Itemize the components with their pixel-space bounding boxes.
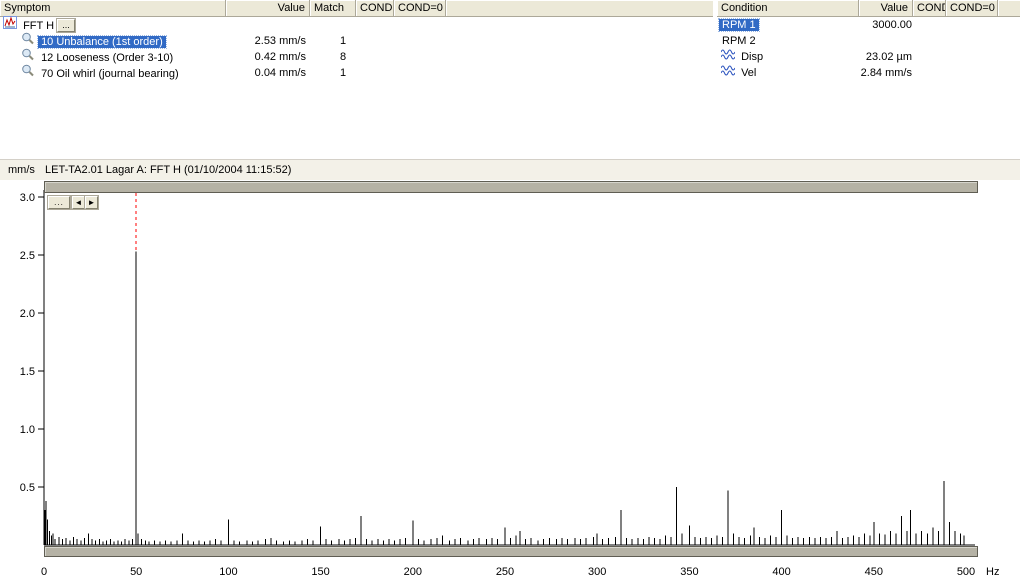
fft-node-icon bbox=[3, 16, 17, 34]
symptom-value: 0.42 mm/s bbox=[222, 50, 306, 65]
header-filler bbox=[998, 0, 1020, 17]
condition-value: 23.02 µm bbox=[762, 50, 912, 65]
x-axis-unit-label: Hz bbox=[986, 566, 999, 578]
chart-zoom-scrollbar-bottom[interactable] bbox=[44, 546, 978, 557]
y-tick-label: 2.5 bbox=[20, 250, 35, 262]
spectrum-plot[interactable]: 0.5 1.0 1.5 2.0 2.5 3.0 0 50 100 150 200 250 300 350 4… bbox=[0, 160, 1020, 587]
y-tick-label: 0.5 bbox=[20, 482, 35, 494]
symptom-row-looseness[interactable]: 12 Looseness (Order 3-10) 0.42 mm/s 8 bbox=[0, 50, 713, 66]
symptom-label[interactable]: 70 Oil whirl (journal bearing) bbox=[38, 68, 182, 80]
header-filler bbox=[446, 0, 713, 17]
symptom-row-unbalance[interactable]: 10 Unbalance (1st order) 2.53 mm/s 1 bbox=[0, 34, 713, 50]
app-window: Symptom Value Match COND COND=0 FFT H ..… bbox=[0, 0, 1020, 587]
condition-label[interactable]: RPM 2 bbox=[719, 35, 759, 47]
symptom-panel: Symptom Value Match COND COND=0 FFT H ..… bbox=[0, 0, 713, 157]
symptom-value: 0.04 mm/s bbox=[222, 66, 306, 81]
x-tick-label: 350 bbox=[680, 566, 698, 578]
y-tick-label: 3.0 bbox=[20, 192, 35, 204]
symptom-value: 2.53 mm/s bbox=[222, 34, 306, 49]
condition-panel: Condition Value COND COND=0 RPM 1 3000.0… bbox=[717, 0, 1020, 157]
x-tick-label: 50 bbox=[130, 566, 142, 578]
fft-more-button[interactable]: ... bbox=[57, 19, 75, 32]
waveform-icon bbox=[721, 64, 735, 81]
x-tick-label: 500 bbox=[957, 566, 975, 578]
condition-label[interactable]: Vel bbox=[738, 67, 759, 79]
header-match[interactable]: Match bbox=[310, 0, 356, 17]
magnifier-icon bbox=[21, 64, 35, 83]
chart-prev-button[interactable]: ◄ bbox=[72, 196, 85, 209]
condition-header-row: Condition Value COND COND=0 bbox=[717, 0, 1020, 17]
x-tick-label: 300 bbox=[588, 566, 606, 578]
header-value[interactable]: Value bbox=[859, 0, 913, 17]
chart-zoom-scrollbar-top[interactable] bbox=[44, 181, 978, 193]
symptom-label[interactable]: 12 Looseness (Order 3-10) bbox=[38, 52, 176, 64]
header-cond0[interactable]: COND=0 bbox=[394, 0, 446, 17]
header-cond[interactable]: COND bbox=[913, 0, 946, 17]
condition-value: 2.84 mm/s bbox=[762, 66, 912, 81]
y-tick-label: 1.5 bbox=[20, 366, 35, 378]
x-tick-label: 150 bbox=[311, 566, 329, 578]
header-condition[interactable]: Condition bbox=[717, 0, 859, 17]
symptom-header-row: Symptom Value Match COND COND=0 bbox=[0, 0, 713, 17]
symptom-label[interactable]: 10 Unbalance (1st order) bbox=[38, 36, 166, 48]
condition-row-vel[interactable]: Vel 2.84 mm/s bbox=[717, 66, 1020, 82]
symptom-match: 1 bbox=[320, 34, 366, 49]
condition-row-rpm1[interactable]: RPM 1 3000.00 bbox=[717, 18, 1020, 34]
y-tick-label: 2.0 bbox=[20, 308, 35, 320]
header-symptom[interactable]: Symptom bbox=[0, 0, 226, 17]
condition-value: 3000.00 bbox=[762, 18, 912, 33]
y-tick-label: 1.0 bbox=[20, 424, 35, 436]
chart-more-button[interactable]: ... bbox=[48, 196, 70, 209]
header-value[interactable]: Value bbox=[226, 0, 310, 17]
x-tick-label: 0 bbox=[41, 566, 47, 578]
symptom-match: 8 bbox=[320, 50, 366, 65]
chart-controls: ...◄► bbox=[48, 196, 98, 211]
header-cond0[interactable]: COND=0 bbox=[946, 0, 998, 17]
tree-node-label[interactable]: FFT H bbox=[20, 20, 57, 32]
symptom-match: 1 bbox=[320, 66, 366, 81]
tree-node-fft-h[interactable]: FFT H ... bbox=[0, 18, 713, 34]
x-tick-label: 100 bbox=[219, 566, 237, 578]
x-tick-label: 400 bbox=[772, 566, 790, 578]
condition-row-rpm2[interactable]: RPM 2 bbox=[717, 34, 1020, 50]
x-tick-label: 200 bbox=[404, 566, 422, 578]
condition-row-disp[interactable]: Disp 23.02 µm bbox=[717, 50, 1020, 66]
x-tick-label: 450 bbox=[865, 566, 883, 578]
header-cond[interactable]: COND bbox=[356, 0, 394, 17]
symptom-row-oil-whirl[interactable]: 70 Oil whirl (journal bearing) 0.04 mm/s… bbox=[0, 66, 713, 82]
condition-label[interactable]: RPM 1 bbox=[719, 19, 759, 31]
waveform-icon bbox=[721, 48, 735, 65]
chart-next-button[interactable]: ► bbox=[85, 196, 98, 209]
x-tick-label: 250 bbox=[496, 566, 514, 578]
